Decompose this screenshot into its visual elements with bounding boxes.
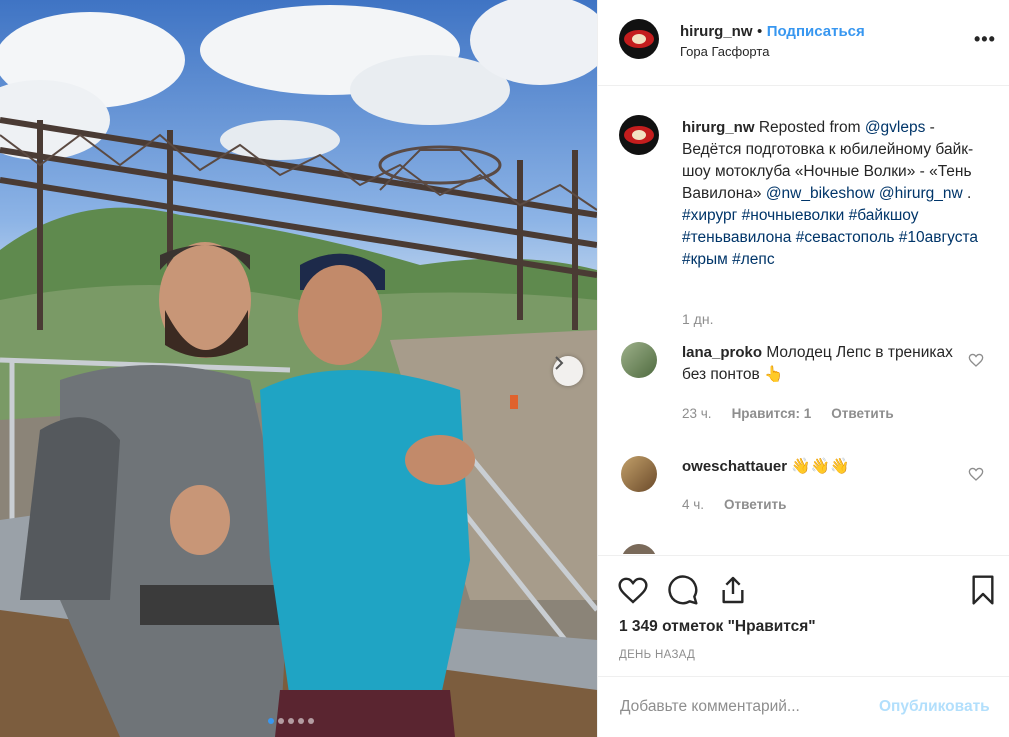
carousel-indicator bbox=[268, 718, 314, 724]
post-photo[interactable] bbox=[0, 0, 597, 737]
chevron-right-icon bbox=[555, 356, 564, 370]
separator: • bbox=[756, 23, 763, 40]
comment-meta: 23 ч. Нравится: 1 Ответить bbox=[682, 406, 894, 421]
comment-time[interactable]: 23 ч. bbox=[682, 406, 712, 421]
comment-item: lana_proko Молодец Лепс в трениках без п… bbox=[682, 342, 972, 386]
photo-scene bbox=[0, 0, 597, 737]
publish-button[interactable]: Опубликовать bbox=[879, 698, 990, 716]
post-caption: hirurg_nw Reposted from @gvleps - Ведётс… bbox=[682, 117, 982, 271]
comment-text: 👋👋👋 bbox=[791, 458, 850, 475]
comment-username[interactable]: lana_proko bbox=[682, 344, 762, 361]
post-location[interactable]: Гора Гасфорта bbox=[680, 44, 769, 59]
hashtag-link[interactable]: #крым bbox=[682, 251, 728, 268]
likes-count[interactable]: 1 349 отметок "Нравится" bbox=[619, 618, 816, 636]
mention-link[interactable]: @nw_bikeshow bbox=[766, 185, 875, 202]
comment-avatar[interactable] bbox=[621, 342, 657, 378]
caption-text: Reposted from bbox=[758, 119, 861, 136]
add-comment-bar: Опубликовать bbox=[598, 676, 1009, 737]
avatar[interactable] bbox=[619, 19, 659, 59]
hashtag-link[interactable]: #ночныеволки bbox=[742, 207, 845, 224]
mention-link[interactable]: @hirurg_nw bbox=[879, 185, 963, 202]
hashtag-link[interactable]: #10августа bbox=[899, 229, 978, 246]
post-header: hirurg_nw • Подписаться Гора Гасфорта ••… bbox=[598, 0, 1009, 86]
carousel-dot bbox=[308, 718, 314, 724]
club-logo-icon bbox=[624, 30, 654, 48]
post-actions: 1 349 отметок "Нравится" ДЕНЬ НАЗАД bbox=[598, 555, 1009, 675]
hashtag-link[interactable]: #севастополь bbox=[796, 229, 895, 246]
carousel-dot bbox=[268, 718, 274, 724]
comment-avatar[interactable] bbox=[621, 456, 657, 492]
comment-time[interactable]: 4 ч. bbox=[682, 497, 704, 512]
comment-like-icon[interactable] bbox=[968, 466, 984, 482]
comment-username[interactable]: oweschattauer bbox=[682, 458, 787, 475]
comment-avatar[interactable] bbox=[621, 544, 657, 554]
caption-time[interactable]: 1 дн. bbox=[682, 311, 713, 327]
caption-text: . bbox=[967, 185, 972, 202]
carousel-dot bbox=[288, 718, 294, 724]
reply-button[interactable]: Ответить bbox=[724, 497, 786, 512]
hashtag-link[interactable]: #теньвавилона bbox=[682, 229, 791, 246]
more-options-icon[interactable]: ••• bbox=[974, 29, 996, 50]
post-details-panel: hirurg_nw • Подписаться Гора Гасфорта ••… bbox=[597, 0, 1009, 737]
comment-like-icon[interactable] bbox=[968, 352, 984, 368]
post-date[interactable]: ДЕНЬ НАЗАД bbox=[619, 649, 695, 661]
comment-item: oweschattauer 👋👋👋 bbox=[682, 456, 972, 478]
caption-avatar[interactable] bbox=[619, 115, 659, 155]
carousel-dot bbox=[298, 718, 304, 724]
share-icon[interactable] bbox=[717, 574, 749, 606]
comment-meta: 4 ч. Ответить bbox=[682, 497, 786, 512]
reply-button[interactable]: Ответить bbox=[831, 406, 893, 421]
comment-input[interactable] bbox=[618, 693, 862, 721]
hashtag-link[interactable]: #хирург bbox=[682, 207, 737, 224]
carousel-dot bbox=[278, 718, 284, 724]
post-author-username[interactable]: hirurg_nw bbox=[680, 23, 753, 40]
mention-link[interactable]: @gvleps bbox=[865, 119, 926, 136]
comments-list[interactable]: hirurg_nw Reposted from @gvleps - Ведётс… bbox=[598, 86, 1009, 554]
follow-button[interactable]: Подписаться bbox=[767, 23, 865, 40]
next-photo-button[interactable] bbox=[553, 356, 583, 386]
caption-username[interactable]: hirurg_nw bbox=[682, 119, 755, 136]
comment-icon[interactable] bbox=[667, 574, 699, 606]
heart-icon[interactable] bbox=[617, 574, 649, 606]
comment-likes[interactable]: Нравится: 1 bbox=[732, 406, 812, 421]
hashtag-link[interactable]: #лепс bbox=[732, 251, 774, 268]
hashtag-link[interactable]: #байкшоу bbox=[849, 207, 919, 224]
club-logo-icon bbox=[624, 126, 654, 144]
bookmark-icon[interactable] bbox=[967, 574, 999, 606]
